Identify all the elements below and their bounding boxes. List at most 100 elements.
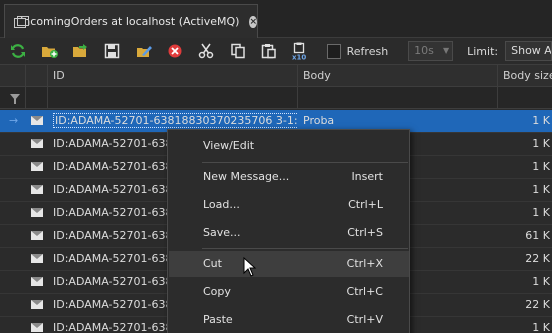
cell-body-size[interactable]: 1 K — [498, 133, 552, 155]
chevron-down-icon: ▼ — [442, 46, 450, 55]
cell-id-text: ID:ADAMA-52701-6381 — [53, 298, 180, 311]
cell-id-text: ID:ADAMA-52701-6381 — [53, 229, 180, 242]
new-message-button[interactable] — [39, 41, 59, 61]
envelope-icon — [31, 162, 43, 171]
cut-button[interactable] — [196, 41, 216, 61]
row-indicator — [0, 133, 26, 155]
menu-item-paste[interactable]: Paste Ctrl+V — [169, 307, 409, 333]
column-header-id[interactable]: ID — [48, 65, 298, 87]
message-icon-cell — [26, 202, 48, 224]
cell-id-text: ID:ADAMA-52701-6381 — [53, 321, 180, 333]
cell-body-size[interactable]: 1 K — [498, 179, 552, 201]
load-button[interactable] — [71, 41, 91, 61]
envelope-icon — [31, 323, 43, 332]
cell-body-size[interactable]: 22 K — [498, 294, 552, 316]
menu-item-shortcut: Insert — [351, 170, 383, 183]
cell-body-size[interactable]: 1 K — [498, 271, 552, 293]
envelope-icon — [31, 254, 43, 263]
menu-item-shortcut: Ctrl+V — [346, 313, 383, 326]
filter-cell-id[interactable] — [48, 87, 298, 109]
column-header-body-size[interactable]: Body size — [498, 65, 552, 87]
envelope-icon — [31, 139, 43, 148]
refresh-interval-select[interactable]: 10s ▼ — [408, 41, 454, 61]
envelope-icon — [31, 231, 43, 240]
paste-x10-label: x10 — [292, 54, 306, 61]
filter-cell-icon — [26, 87, 48, 109]
copy-button[interactable] — [228, 41, 248, 61]
toolbar: x10 Refresh 10s ▼ Limit: Show A — [0, 38, 552, 64]
menu-item-shortcut: Ctrl+L — [348, 198, 383, 211]
message-icon-cell — [26, 110, 48, 132]
paste-button[interactable] — [259, 41, 279, 61]
cell-id-text: ID:ADAMA-52701-6381 — [53, 160, 180, 173]
paste-x10-button[interactable]: x10 — [290, 41, 310, 61]
cell-id-text: ID:ADAMA-52701-6381 — [53, 275, 180, 288]
header-icon-col — [26, 65, 48, 87]
cell-body-size[interactable]: 1 K — [498, 156, 552, 178]
menu-item-new-message[interactable]: New Message... Insert — [169, 164, 409, 190]
menu-separator — [202, 248, 408, 249]
menu-item-view-edit[interactable]: View/Edit — [169, 133, 409, 159]
envelope-icon — [31, 116, 43, 125]
new-message-icon — [41, 47, 58, 58]
delete-button[interactable] — [165, 41, 185, 61]
message-icon-cell — [26, 179, 48, 201]
cell-body-size[interactable]: 1 K — [498, 110, 552, 132]
row-indicator — [0, 271, 26, 293]
cell-body-size[interactable]: 61 K — [498, 225, 552, 247]
cell-id-text: ID:ADAMA-52701-6381 — [53, 183, 180, 196]
tab-incoming-orders[interactable]: IncomingOrders at localhost (ActiveMQ) × — [4, 4, 258, 38]
menu-item-label: Cut — [203, 257, 222, 270]
menu-item-copy[interactable]: Copy Ctrl+C — [169, 279, 409, 305]
menu-separator — [202, 162, 408, 163]
row-indicator — [0, 156, 26, 178]
filter-icon-cell[interactable] — [0, 87, 26, 109]
delete-icon — [168, 44, 182, 58]
grid-header: ID Body Body size — [0, 64, 552, 87]
menu-item-load[interactable]: Load... Ctrl+L — [169, 192, 409, 218]
row-indicator — [0, 294, 26, 316]
menu-item-shortcut: Ctrl+C — [346, 285, 383, 298]
message-icon-cell — [26, 133, 48, 155]
cell-body-size[interactable]: 1 K — [498, 317, 552, 333]
filter-cell-body[interactable] — [298, 87, 498, 109]
edit-icon — [136, 46, 152, 57]
message-icon-cell — [26, 317, 48, 333]
message-icon-cell — [26, 225, 48, 247]
message-icon-cell — [26, 248, 48, 270]
menu-item-label: Paste — [203, 313, 233, 326]
menu-item-shortcut: Ctrl+S — [347, 226, 383, 239]
row-indicator — [0, 248, 26, 270]
row-indicator — [0, 225, 26, 247]
tab-bar: IncomingOrders at localhost (ActiveMQ) × — [0, 0, 552, 38]
message-icon-cell — [26, 156, 48, 178]
limit-value: Show A — [511, 44, 552, 57]
cell-id-text: ID:ADAMA-52701-63818830370235706 3-1:6:1 — [53, 113, 298, 128]
context-menu: View/Edit New Message... Insert Load... … — [167, 129, 410, 333]
refresh-icon — [11, 44, 26, 58]
menu-item-label: View/Edit — [203, 139, 255, 152]
cell-body-size[interactable]: 1 K — [498, 202, 552, 224]
header-indicator — [0, 65, 26, 87]
column-header-body[interactable]: Body — [298, 65, 498, 87]
save-button[interactable] — [102, 41, 122, 61]
open-folder-icon — [72, 44, 87, 57]
save-icon — [105, 43, 120, 59]
edit-button[interactable] — [133, 41, 153, 61]
cell-body-size[interactable]: 22 K — [498, 248, 552, 270]
row-indicator: → — [9, 114, 19, 127]
paste-x10-icon: x10 — [292, 42, 307, 61]
menu-item-save[interactable]: Save... Ctrl+S — [169, 220, 409, 246]
menu-item-label: Save... — [203, 226, 241, 239]
cell-id-text: ID:ADAMA-52701-6381 — [53, 206, 180, 219]
mouse-cursor-icon — [243, 257, 257, 277]
limit-select[interactable]: Show A — [505, 41, 552, 61]
menu-item-cut[interactable]: Cut Ctrl+X — [169, 251, 409, 277]
menu-item-label: Copy — [203, 285, 231, 298]
tab-title: IncomingOrders at localhost (ActiveMQ) — [20, 15, 240, 28]
refresh-button[interactable] — [8, 41, 28, 61]
message-icon-cell — [26, 294, 48, 316]
close-icon[interactable]: × — [249, 15, 257, 28]
refresh-checkbox[interactable] — [326, 43, 341, 59]
limit-label: Limit: — [467, 44, 499, 58]
